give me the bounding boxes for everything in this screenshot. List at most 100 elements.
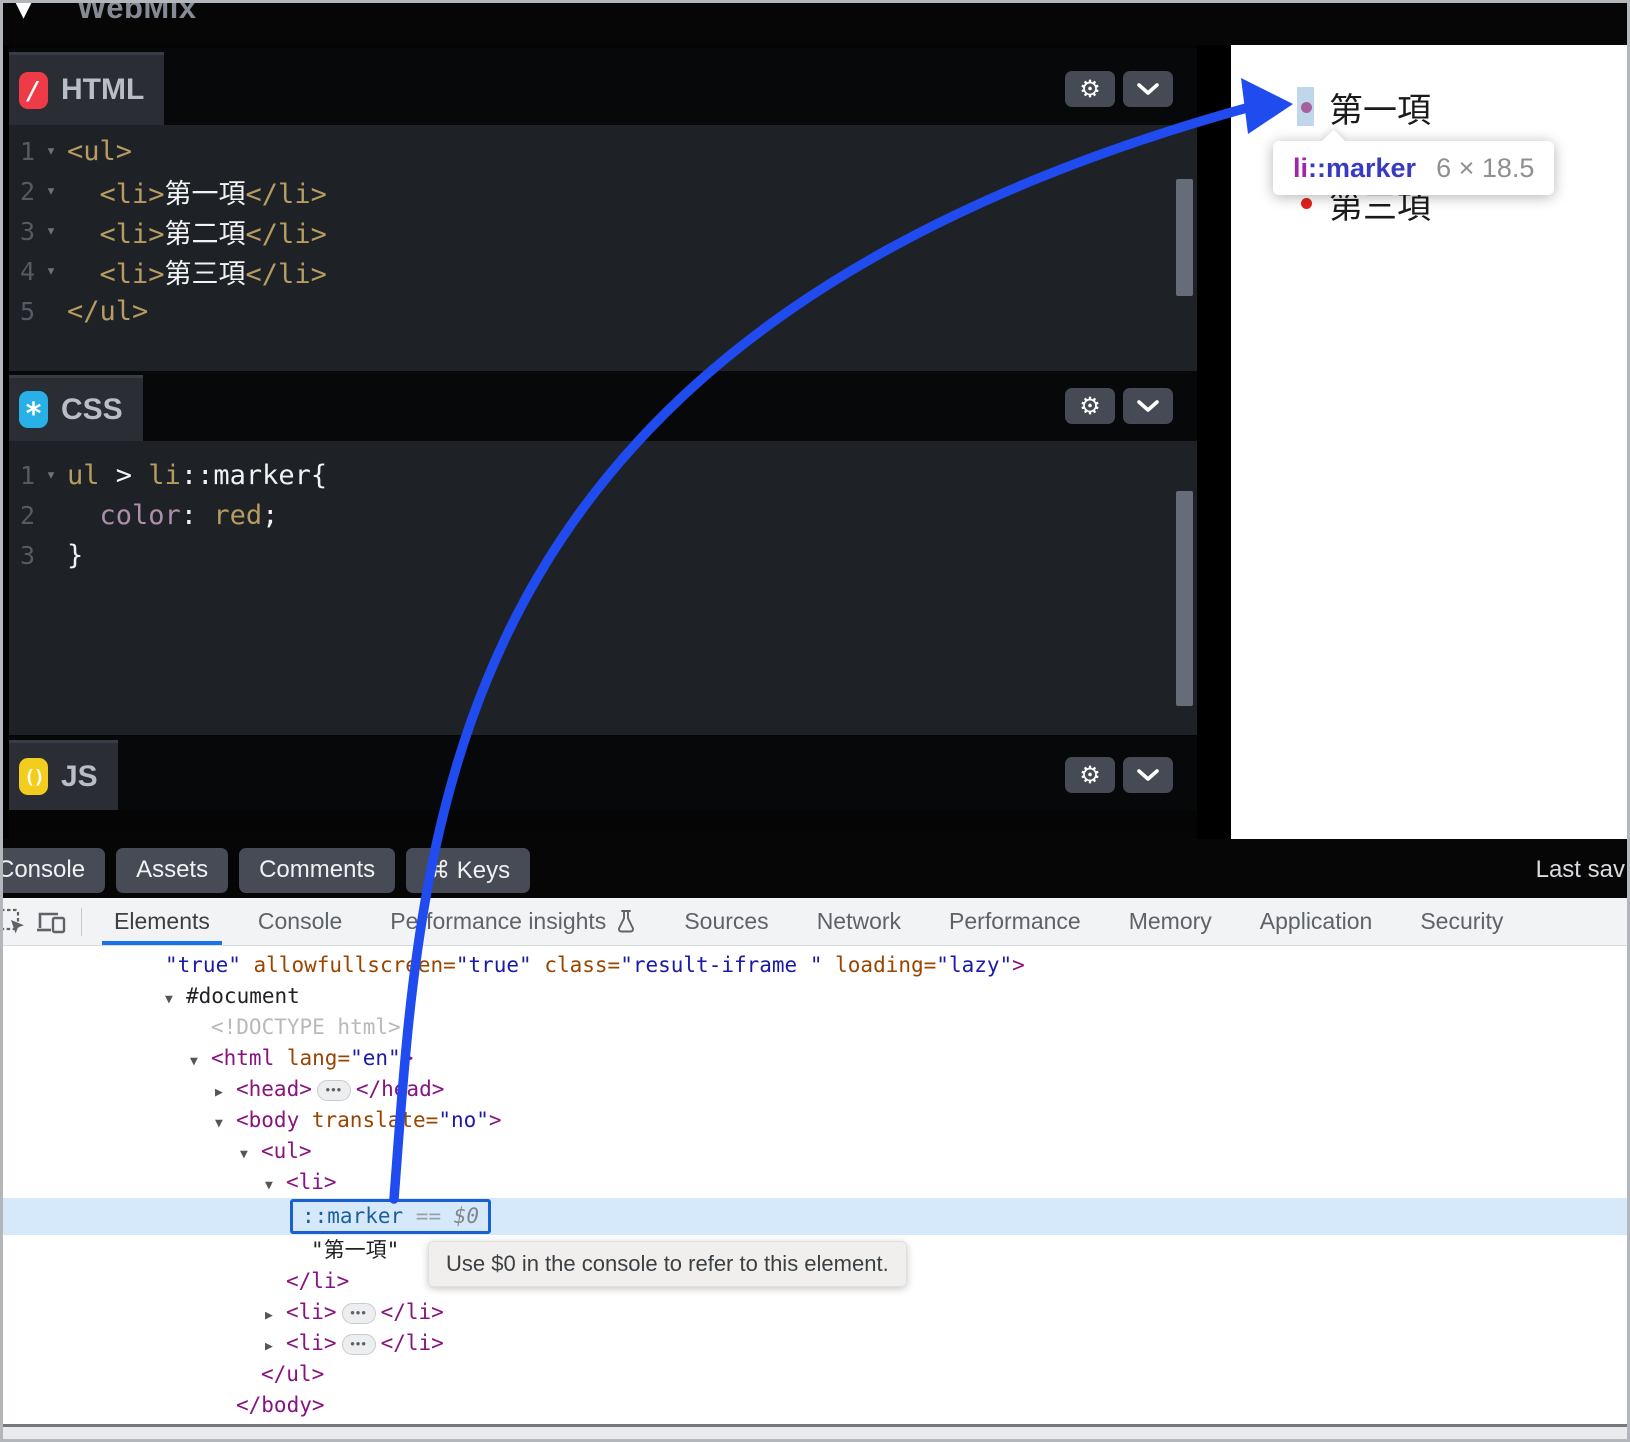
code-token: #document — [186, 984, 300, 1008]
expand-arrow-right-icon[interactable]: ▶ — [265, 1331, 286, 1362]
css-code-editor[interactable]: 1▾ul > li::marker{2 color: red;3} — [9, 441, 1197, 735]
css-panel-tab[interactable]: * CSS — [9, 375, 143, 441]
code-token — [274, 1046, 287, 1070]
line-number: 1 — [9, 461, 35, 490]
tree-row[interactable]: ▼<body translate="no"> — [3, 1105, 1627, 1136]
fold-caret-icon[interactable]: ▾ — [35, 261, 67, 281]
devtools-tab-performance[interactable]: Performance — [925, 898, 1105, 945]
code-token: <li> — [100, 219, 165, 250]
preview-pane: 第一項第二項第三項 li::marker 6 × 18.5 — [1231, 45, 1627, 839]
code-token: <li> — [100, 179, 165, 210]
devtools-tab-elements[interactable]: Elements — [90, 898, 234, 945]
devtools-tab-console[interactable]: Console — [234, 898, 366, 945]
tree-row[interactable]: ▼<ul> — [3, 1136, 1627, 1167]
code-token: == — [403, 1204, 454, 1228]
devtools-tab-sources[interactable]: Sources — [660, 898, 792, 945]
tab-label: Elements — [114, 908, 210, 935]
code-line[interactable]: 1▾<ul> — [9, 131, 1197, 171]
playground-button-comments[interactable]: Comments — [239, 848, 395, 893]
gear-icon: ⚙ — [1079, 761, 1101, 790]
playground-button-assets[interactable]: Assets — [116, 848, 228, 893]
ellipsis-expander-icon[interactable]: ••• — [317, 1080, 351, 1101]
code-line[interactable]: 5</ul> — [9, 291, 1197, 331]
code-token: "no" — [438, 1108, 489, 1132]
code-token: > — [489, 1108, 502, 1132]
expand-arrow-right-icon[interactable]: ▶ — [265, 1300, 286, 1331]
code-line[interactable]: 1▾ul > li::marker{ — [9, 455, 1197, 495]
devtools-tab-security[interactable]: Security — [1396, 898, 1527, 945]
html-panel-tab[interactable]: / HTML — [9, 52, 164, 125]
js-settings-button[interactable]: ⚙ — [1065, 757, 1115, 793]
tree-row[interactable]: ▼<li> — [3, 1167, 1627, 1198]
code-text: <li>第二項</li> — [67, 212, 327, 251]
selected-node-box: ::marker == $0 — [290, 1199, 491, 1234]
code-line[interactable]: 2 color: red; — [9, 495, 1197, 535]
expand-arrow-down-icon[interactable]: ▼ — [215, 1108, 236, 1139]
list-item-text: 第一項 — [1329, 83, 1431, 132]
html-icon: / — [19, 72, 48, 109]
html-code-editor[interactable]: 1▾<ul>2▾ <li>第一項</li>3▾ <li>第二項</li>4▾ <… — [9, 125, 1197, 371]
devtools-tab-application[interactable]: Application — [1236, 898, 1397, 945]
fold-caret-icon[interactable]: ▾ — [35, 141, 67, 161]
playground-buttons: ConsoleAssetsComments⌘ Keys — [3, 848, 530, 893]
code-line[interactable]: 3▾ <li>第二項</li> — [9, 211, 1197, 251]
device-toolbar-icon[interactable] — [35, 907, 69, 937]
expand-arrow-down-icon[interactable]: ▼ — [265, 1170, 286, 1201]
collapse-chevron-icon[interactable]: ▾ — [15, 3, 32, 25]
code-line[interactable]: 2▾ <li>第一項</li> — [9, 171, 1197, 211]
playground-button-console[interactable]: Console — [3, 848, 105, 893]
tree-row[interactable]: ▶<li>•••</li> — [3, 1328, 1627, 1359]
fold-caret-icon[interactable]: ▾ — [35, 221, 67, 241]
css-editor-scrollbar[interactable] — [1176, 491, 1193, 706]
tree-row-selected-marker[interactable]: ::marker == $0 — [3, 1198, 1627, 1235]
tree-row[interactable]: ▼<html lang="en"> — [3, 1043, 1627, 1074]
tree-row[interactable]: ▶<li>•••</li> — [3, 1297, 1627, 1328]
code-token: <head> — [236, 1077, 312, 1101]
css-collapse-button[interactable] — [1123, 388, 1173, 424]
ellipsis-expander-icon[interactable]: ••• — [342, 1334, 376, 1355]
tree-row[interactable]: ▼#document — [3, 981, 1627, 1012]
tree-row[interactable]: </ul> — [3, 1359, 1627, 1390]
devtools-tab-memory[interactable]: Memory — [1105, 898, 1236, 945]
html-settings-button[interactable]: ⚙ — [1065, 71, 1115, 107]
code-token: <!DOCTYPE html> — [211, 1015, 401, 1039]
expand-arrow-down-icon[interactable]: ▼ — [190, 1046, 211, 1077]
html-editor-scrollbar[interactable] — [1176, 179, 1193, 296]
tree-row[interactable]: </body> — [3, 1390, 1627, 1421]
code-token: > — [401, 1046, 414, 1070]
code-token: <li> — [286, 1300, 337, 1324]
code-token: > — [100, 460, 149, 491]
html-panel-header: / HTML ⚙ — [9, 48, 1197, 125]
devtools-tab-network[interactable]: Network — [793, 898, 925, 945]
html-panel: / HTML ⚙ 1▾<ul>2▾ <li>第一項</li>3▾ <li>第二項… — [9, 48, 1197, 371]
code-token: translate= — [312, 1108, 438, 1132]
code-token: <li> — [286, 1170, 337, 1194]
inspect-tooltip: li::marker 6 × 18.5 — [1273, 141, 1554, 195]
ellipsis-expander-icon[interactable]: ••• — [342, 1303, 376, 1324]
css-panel: * CSS ⚙ 1▾ul > li::marker{2 color: red;3… — [9, 371, 1197, 735]
html-collapse-button[interactable] — [1123, 71, 1173, 107]
playground-button-keys[interactable]: ⌘ Keys — [406, 848, 530, 893]
code-token: $0 — [454, 1204, 479, 1228]
inspect-element-icon[interactable] — [0, 907, 29, 937]
code-token — [67, 179, 100, 210]
js-icon: () — [19, 758, 48, 795]
expand-arrow-down-icon[interactable]: ▼ — [240, 1139, 261, 1170]
app-window: ▾ WebMix / HTML ⚙ 1▾<ul>2▾ <li>第一項</li>3… — [0, 0, 1630, 1442]
tree-row[interactable]: ▶<head>•••</head> — [3, 1074, 1627, 1105]
console-hint-tooltip: Use $0 in the console to refer to this e… — [428, 1241, 907, 1287]
devtools-tab-performance-insights[interactable]: Performance insights — [366, 898, 660, 945]
expand-arrow-down-icon[interactable]: ▼ — [165, 984, 186, 1015]
tree-row[interactable]: <!DOCTYPE html> — [3, 1012, 1627, 1043]
tree-row[interactable]: "true" allowfullscreen="true" class="res… — [3, 950, 1627, 981]
code-line[interactable]: 4▾ <li>第三項</li> — [9, 251, 1197, 291]
code-line[interactable]: 3} — [9, 535, 1197, 575]
fold-caret-icon[interactable]: ▾ — [35, 465, 67, 485]
js-panel-tab[interactable]: () JS — [9, 740, 118, 810]
app-title: WebMix — [77, 3, 197, 26]
js-collapse-button[interactable] — [1123, 757, 1173, 793]
fold-caret-icon[interactable]: ▾ — [35, 181, 67, 201]
expand-arrow-right-icon[interactable]: ▶ — [215, 1077, 236, 1108]
css-settings-button[interactable]: ⚙ — [1065, 388, 1115, 424]
code-token: ::marker{ — [181, 460, 327, 491]
